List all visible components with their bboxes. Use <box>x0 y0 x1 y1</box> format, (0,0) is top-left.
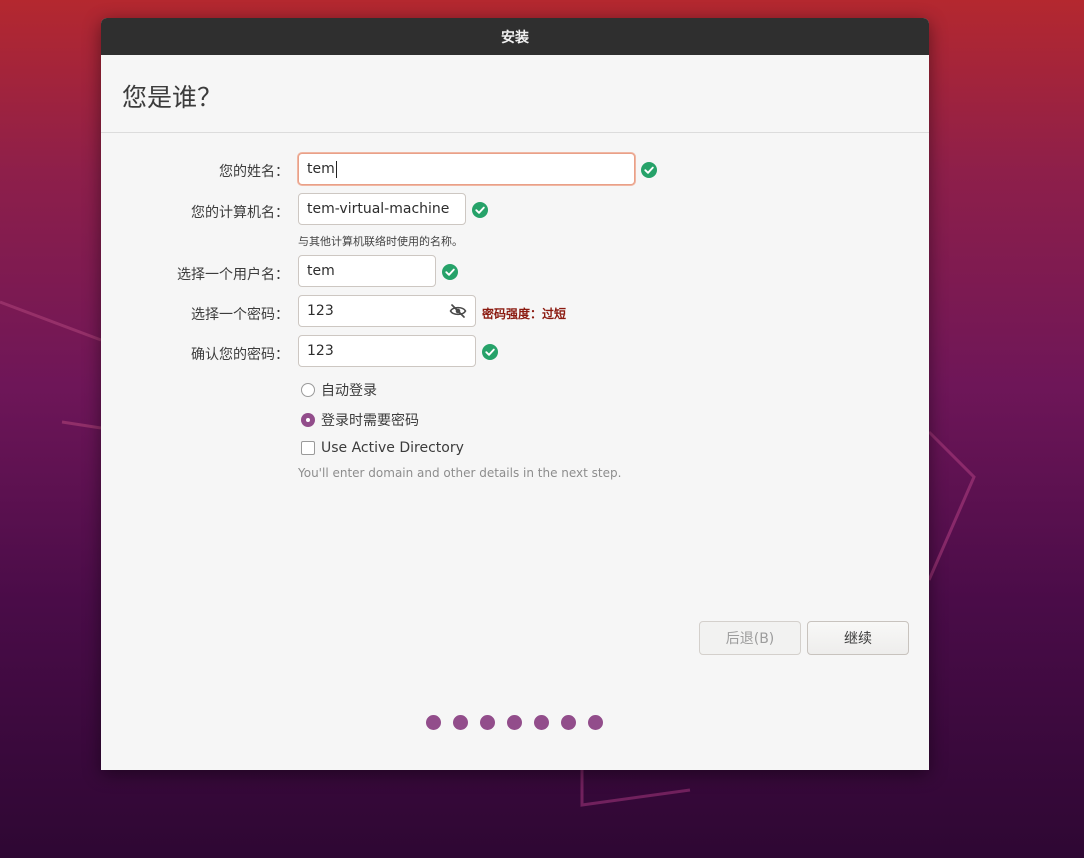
installer-window: 安装 您是谁？ 您的姓名： tem 您的计算机名： tem-virtual-ma… <box>101 18 929 770</box>
confirm-password-input[interactable]: 123 <box>298 335 476 367</box>
progress-dot <box>534 715 549 730</box>
password-input-value: 123 <box>307 303 334 319</box>
page-title: 您是谁？ <box>122 83 223 112</box>
computer-name-input[interactable]: tem-virtual-machine <box>298 193 466 225</box>
continue-button[interactable]: 继续 <box>807 621 909 655</box>
back-button[interactable]: 后退(B) <box>699 621 801 655</box>
computer-name-input-value: tem-virtual-machine <box>307 201 450 217</box>
name-label: 您的姓名： <box>219 164 289 180</box>
progress-dot <box>480 715 495 730</box>
username-label: 选择一个用户名： <box>177 267 289 283</box>
checkbox-icon[interactable] <box>301 441 315 455</box>
header-divider <box>101 132 929 133</box>
password-label: 选择一个密码： <box>191 307 289 323</box>
progress-dot <box>561 715 576 730</box>
require-password-label: 登录时需要密码 <box>321 413 419 429</box>
text-caret <box>335 160 337 178</box>
progress-dot <box>588 715 603 730</box>
username-input[interactable]: tem <box>298 255 436 287</box>
computer-name-label: 您的计算机名： <box>191 205 289 221</box>
progress-dot <box>426 715 441 730</box>
name-input-value: tem <box>307 161 335 177</box>
radio-button-icon[interactable] <box>301 383 315 397</box>
require-password-radio[interactable]: 登录时需要密码 <box>301 410 419 430</box>
progress-dots <box>426 715 615 730</box>
window-titlebar[interactable]: 安装 <box>101 18 929 55</box>
check-circle-icon <box>442 264 458 280</box>
window-title: 安装 <box>501 29 529 46</box>
confirm-password-label: 确认您的密码： <box>191 347 289 363</box>
back-button-label: 后退(B) <box>725 631 775 647</box>
auto-login-radio[interactable]: 自动登录 <box>301 380 377 400</box>
check-circle-icon <box>472 202 488 218</box>
computer-name-hint: 与其他计算机联络时使用的名称。 <box>298 235 463 248</box>
confirm-password-input-value: 123 <box>307 343 334 359</box>
radio-button-checked-icon[interactable] <box>301 413 315 427</box>
progress-dot <box>507 715 522 730</box>
check-circle-icon <box>641 162 657 178</box>
password-strength: 密码强度：过短 <box>482 307 567 321</box>
progress-dot <box>453 715 468 730</box>
password-input[interactable]: 123 <box>298 295 476 327</box>
continue-button-label: 继续 <box>844 631 872 647</box>
active-directory-checkbox[interactable]: Use Active Directory <box>301 440 464 456</box>
name-input[interactable]: tem <box>298 153 635 185</box>
check-circle-icon <box>482 344 498 360</box>
username-input-value: tem <box>307 263 335 279</box>
active-directory-label: Use Active Directory <box>321 440 464 456</box>
auto-login-label: 自动登录 <box>321 383 377 399</box>
active-directory-hint: You'll enter domain and other details in… <box>298 466 622 480</box>
eye-hidden-icon[interactable] <box>449 303 467 319</box>
